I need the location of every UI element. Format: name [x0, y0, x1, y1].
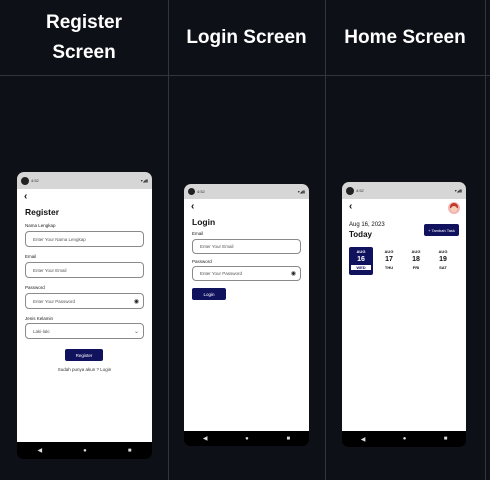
back-arrow-icon[interactable]: ‹: [191, 201, 194, 212]
header-home: Home Screen: [344, 26, 466, 48]
avatar[interactable]: [448, 202, 460, 214]
email-label: Email: [192, 231, 204, 236]
avatar-face: [451, 206, 457, 212]
login-screen: ‹ Login Email Enter Your Email Password …: [184, 199, 309, 431]
nav-bar: ◀ ● ■: [17, 442, 152, 459]
password-placeholder: Enter Your Password: [33, 298, 76, 304]
date-weekday: THU: [384, 265, 394, 270]
login-phone: 4:52 ▾◢▮ ‹ Login Email Enter Your Email …: [184, 184, 309, 446]
nav-recents-icon[interactable]: ■: [444, 436, 448, 442]
login-link[interactable]: Sudah punya akun ? Login: [17, 367, 152, 372]
camera-icon: [346, 186, 354, 195]
nav-back-icon[interactable]: ◀: [38, 447, 43, 454]
register-phone: 4:52 ▾◢▮ ‹ Register Nama Lengkap Enter Y…: [17, 172, 152, 459]
date-card[interactable]: AUG 19 SAT: [431, 247, 455, 275]
name-label: Nama Lengkap: [25, 223, 56, 228]
password-input[interactable]: Enter Your Password ◉: [25, 293, 144, 309]
status-time: 4:52: [31, 178, 39, 183]
status-bar: 4:52 ▾◢▮: [17, 172, 152, 189]
status-icons: ▾◢▮: [297, 189, 305, 194]
login-button[interactable]: Login: [192, 288, 226, 300]
date-month: AUG: [384, 249, 394, 254]
nav-recents-icon[interactable]: ■: [287, 436, 291, 442]
date-weekday: SAT: [439, 265, 447, 270]
email-placeholder: Enter Your Email: [200, 244, 234, 249]
email-placeholder: Enter Your Email: [33, 267, 67, 273]
back-arrow-icon[interactable]: ‹: [349, 201, 352, 212]
gender-label: Jenis Kelamin: [25, 316, 54, 321]
date-card[interactable]: AUG 17 THU: [377, 247, 401, 275]
email-label: Email: [25, 254, 37, 259]
nav-home-icon[interactable]: ●: [83, 448, 87, 454]
email-input[interactable]: Enter Your Email: [25, 262, 144, 278]
date-day: 17: [385, 256, 393, 263]
password-label: Password: [25, 285, 45, 290]
page-title: Register: [25, 207, 60, 217]
status-bar: 4:52 ▾◢▮: [184, 184, 309, 199]
nav-back-icon[interactable]: ◀: [361, 436, 366, 443]
register-button[interactable]: Register: [65, 349, 103, 361]
nav-bar: ◀ ● ■: [342, 431, 466, 447]
column-divider: [485, 0, 486, 480]
home-screen: ‹ Aug 16, 2023 Today + Tambah Task AUG 1…: [342, 199, 466, 431]
name-input[interactable]: Enter Your Nama Lengkap: [25, 231, 144, 247]
date-month: AUG: [356, 249, 366, 254]
today-label: Today: [349, 230, 372, 239]
page-title: Login: [192, 217, 216, 227]
header-register: Register Screen: [45, 11, 123, 63]
nav-home-icon[interactable]: ●: [245, 436, 249, 442]
date-weekday: WED: [351, 265, 371, 270]
nav-back-icon[interactable]: ◀: [203, 435, 208, 442]
gender-value: Laki-laki: [33, 328, 50, 334]
nav-recents-icon[interactable]: ■: [128, 448, 132, 454]
date-weekday: FRI: [412, 265, 420, 270]
header-login: Login Screen: [186, 26, 307, 48]
nav-bar: ◀ ● ■: [184, 431, 309, 446]
date-card[interactable]: AUG 16 WED: [349, 247, 373, 275]
nav-home-icon[interactable]: ●: [403, 436, 407, 442]
date-day: 19: [439, 256, 447, 263]
gender-select[interactable]: Laki-laki ⌄: [25, 323, 144, 339]
eye-icon[interactable]: ◉: [134, 298, 139, 305]
status-time: 4:52: [356, 188, 364, 193]
name-placeholder: Enter Your Nama Lengkap: [33, 236, 86, 242]
header-divider: [0, 75, 490, 76]
chevron-down-icon: ⌄: [133, 328, 139, 335]
password-input[interactable]: Enter Your Password ◉: [192, 266, 301, 281]
date-month: AUG: [411, 249, 421, 254]
home-phone: 4:52 ▾◢▮ ‹ Aug 16, 2023 Today + Tambah T…: [342, 182, 466, 447]
eye-icon[interactable]: ◉: [291, 270, 296, 277]
back-arrow-icon[interactable]: ‹: [24, 191, 27, 202]
status-icons: ▾◢▮: [454, 188, 462, 193]
date-month: AUG: [438, 249, 448, 254]
password-placeholder: Enter Your Password: [200, 271, 243, 276]
email-input[interactable]: Enter Your Email: [192, 239, 301, 254]
date-day: 16: [357, 256, 365, 263]
register-screen: ‹ Register Nama Lengkap Enter Your Nama …: [17, 189, 152, 442]
current-date: Aug 16, 2023: [349, 222, 385, 228]
camera-icon: [21, 176, 29, 185]
date-card[interactable]: AUG 18 FRI: [404, 247, 428, 275]
camera-icon: [188, 188, 195, 195]
date-day: 18: [412, 256, 420, 263]
status-bar: 4:52 ▾◢▮: [342, 182, 466, 199]
status-icons: ▾◢▮: [140, 178, 148, 183]
password-label: Password: [192, 259, 212, 264]
add-task-button[interactable]: + Tambah Task: [424, 224, 459, 236]
status-time: 4:52: [197, 189, 205, 194]
